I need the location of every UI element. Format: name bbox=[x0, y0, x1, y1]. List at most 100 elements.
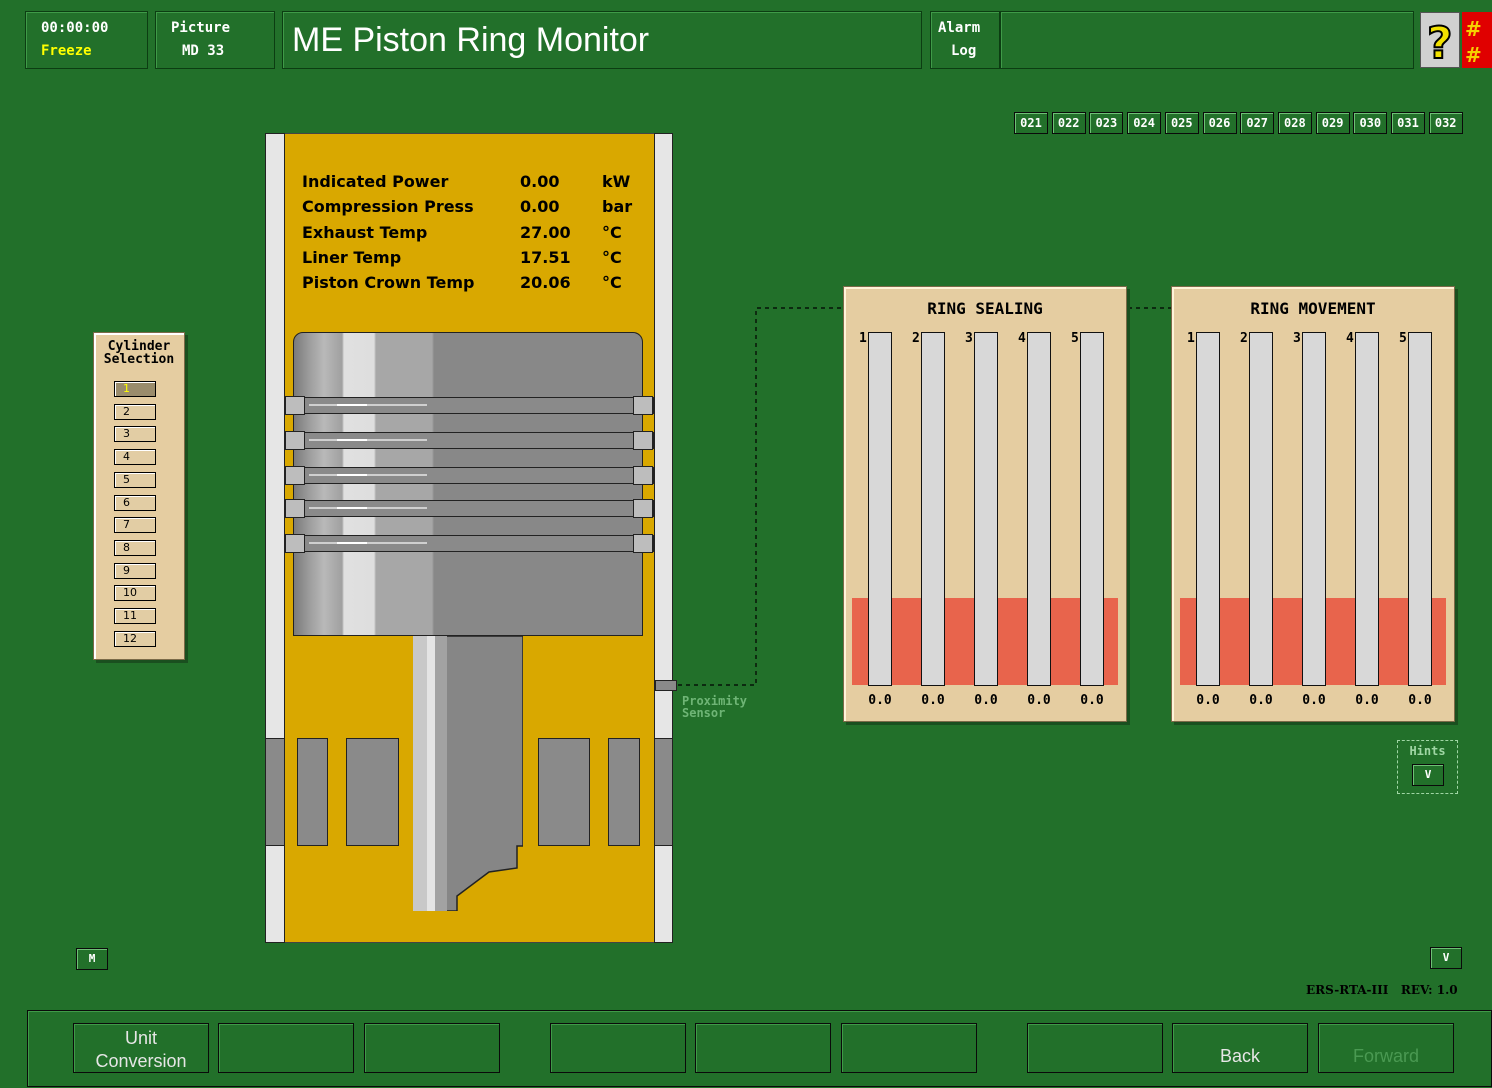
page-button-026[interactable]: 026 bbox=[1202, 112, 1237, 134]
page-button-032[interactable]: 032 bbox=[1428, 112, 1463, 134]
svg-text:#: # bbox=[1465, 43, 1482, 67]
parameter-label: Liner Temp bbox=[302, 247, 402, 267]
cylinder-button-4[interactable]: 4 bbox=[114, 449, 156, 466]
ring_sealing-ring-number: 1 bbox=[859, 331, 867, 346]
footer-button-empty[interactable] bbox=[841, 1023, 977, 1073]
cylinder-button-5[interactable]: 5 bbox=[114, 471, 156, 488]
cylinder-button-7[interactable]: 7 bbox=[114, 517, 156, 534]
ring-highlight bbox=[309, 404, 427, 406]
ring_sealing-bar bbox=[1027, 332, 1051, 686]
ring_sealing-bar bbox=[921, 332, 945, 686]
cylinder-button-8[interactable]: 8 bbox=[114, 539, 156, 556]
question-mark-icon[interactable]: ? bbox=[1420, 12, 1460, 70]
parameter-unit: bar bbox=[602, 197, 633, 217]
ring_movement-bar bbox=[1196, 332, 1220, 686]
parameter-value: 0.00 bbox=[520, 172, 560, 191]
cylinder-selection-title: Cylinder Selection bbox=[103, 339, 175, 367]
ring-end-right bbox=[633, 534, 653, 553]
revision-label: ERS-RTA-III REV: 1.0 bbox=[1306, 983, 1458, 997]
parameter-value: 27.00 bbox=[520, 222, 571, 242]
parameter-label: Exhaust Temp bbox=[302, 222, 428, 242]
hints-toggle-button[interactable]: V bbox=[1412, 764, 1444, 786]
ring-end-left bbox=[285, 534, 305, 553]
ring_movement-value: 0.0 bbox=[1302, 693, 1326, 708]
freeze-clock-button[interactable]: 00:00:00 Freeze bbox=[25, 11, 148, 69]
cylinder-button-1[interactable]: 1 bbox=[114, 381, 156, 397]
page-button-022[interactable]: 022 bbox=[1051, 112, 1086, 134]
parameter-value: 17.51 bbox=[520, 247, 571, 267]
log-label: Log bbox=[951, 43, 977, 59]
page-button-030[interactable]: 030 bbox=[1353, 112, 1388, 134]
port-band-left bbox=[265, 738, 285, 846]
page-button-021[interactable]: 021 bbox=[1014, 112, 1048, 134]
ring-end-right bbox=[633, 431, 653, 450]
forward-button[interactable]: Forward bbox=[1318, 1023, 1454, 1073]
parameter-label: Compression Press bbox=[302, 197, 474, 217]
parameter-unit: °C bbox=[602, 247, 622, 267]
ring_movement-value: 0.0 bbox=[1355, 693, 1379, 708]
piston-ring bbox=[288, 432, 654, 449]
parameter-unit: °C bbox=[602, 222, 622, 242]
ring_sealing-ring-number: 3 bbox=[965, 331, 973, 346]
cylinder-button-3[interactable]: 3 bbox=[114, 426, 156, 443]
v-button[interactable]: V bbox=[1430, 947, 1462, 969]
alarm-log-button[interactable]: Alarm Log bbox=[930, 11, 1000, 69]
ring-sealing-panel: RING SEALING 1 0.0 2 0.0 3 0.0 4 0.0 5 0.0 bbox=[843, 286, 1127, 722]
ring-highlight bbox=[337, 474, 367, 476]
svg-text:#: # bbox=[1465, 17, 1482, 41]
cylinder-button-6[interactable]: 6 bbox=[114, 494, 156, 511]
page-button-024[interactable]: 024 bbox=[1127, 112, 1162, 134]
picture-id-button[interactable]: Picture MD 33 bbox=[155, 11, 275, 69]
freeze-label: Freeze bbox=[41, 43, 92, 59]
ring-highlight bbox=[337, 507, 367, 509]
unit-conversion-button[interactable]: Unit Conversion bbox=[73, 1023, 209, 1073]
cylinder-button-11[interactable]: 11 bbox=[114, 608, 156, 624]
hints-label: Hints bbox=[1409, 744, 1446, 758]
footer-button-empty[interactable] bbox=[218, 1023, 354, 1073]
ring-end-right bbox=[633, 499, 653, 518]
cylinder-button-2[interactable]: 2 bbox=[114, 403, 156, 420]
page-button-031[interactable]: 031 bbox=[1391, 112, 1425, 134]
ring_movement-value: 0.0 bbox=[1408, 693, 1432, 708]
cylinder-button-10[interactable]: 10 bbox=[114, 585, 156, 602]
ring-highlight bbox=[309, 439, 427, 441]
page-button-025[interactable]: 025 bbox=[1164, 112, 1199, 134]
picture-id: MD 33 bbox=[182, 43, 225, 59]
footer-button-empty[interactable] bbox=[364, 1023, 500, 1073]
chinese-language-icon[interactable]: # # bbox=[1462, 12, 1492, 68]
m-button[interactable]: M bbox=[76, 948, 108, 970]
scavenge-port bbox=[297, 738, 328, 846]
piston-crown bbox=[293, 332, 643, 636]
ring_movement-value: 0.0 bbox=[1249, 693, 1273, 708]
cylinder-button-12[interactable]: 12 bbox=[114, 630, 156, 647]
footer-button-empty[interactable] bbox=[550, 1023, 686, 1073]
ring_movement-bar bbox=[1355, 332, 1379, 686]
piston-ring bbox=[288, 535, 654, 552]
clock-display: 00:00:00 bbox=[41, 20, 109, 36]
picture-label: Picture bbox=[171, 20, 231, 36]
back-button[interactable]: Back bbox=[1172, 1023, 1308, 1073]
ring_sealing-bar bbox=[868, 332, 892, 686]
ring-end-left bbox=[285, 466, 305, 485]
page-title: ME Piston Ring Monitor bbox=[282, 11, 922, 69]
ring_sealing-bar bbox=[974, 332, 998, 686]
scavenge-port bbox=[346, 738, 399, 846]
page-button-028[interactable]: 028 bbox=[1277, 112, 1312, 134]
proximity-sensor bbox=[655, 680, 677, 691]
scavenge-port bbox=[538, 738, 590, 846]
hints-box: Hints V bbox=[1397, 740, 1458, 794]
page-button-023[interactable]: 023 bbox=[1089, 112, 1124, 134]
page-button-027[interactable]: 027 bbox=[1240, 112, 1275, 134]
proximity-sensor-label: Proximity Sensor bbox=[682, 694, 748, 720]
ring-end-left bbox=[285, 499, 305, 518]
ring_sealing-value: 0.0 bbox=[868, 693, 892, 708]
footer-button-empty[interactable] bbox=[1027, 1023, 1163, 1073]
svg-text:?: ? bbox=[1427, 18, 1453, 67]
page-button-029[interactable]: 029 bbox=[1315, 112, 1350, 134]
ring_movement-ring-number: 5 bbox=[1399, 331, 1407, 346]
ring_sealing-ring-number: 5 bbox=[1071, 331, 1079, 346]
footer-button-empty[interactable] bbox=[695, 1023, 831, 1073]
ring-movement-panel: RING MOVEMENT 1 0.0 2 0.0 3 0.0 4 0.0 5 0.0 bbox=[1171, 286, 1455, 722]
cylinder-button-9[interactable]: 9 bbox=[114, 562, 156, 579]
ring-highlight bbox=[309, 474, 427, 476]
